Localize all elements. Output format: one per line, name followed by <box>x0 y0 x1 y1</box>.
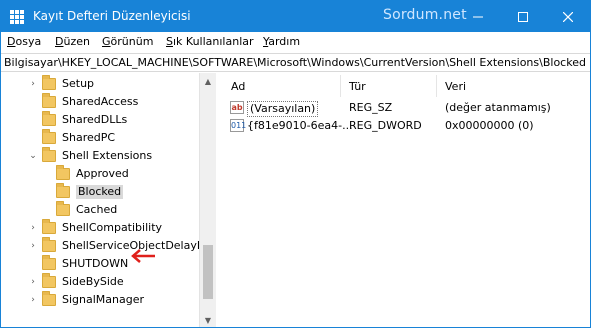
pane-splitter[interactable] <box>215 73 223 327</box>
tree-item-sharedaccess[interactable]: SharedAccess <box>28 93 138 111</box>
column-divider[interactable] <box>436 75 437 97</box>
chevron-placeholder <box>42 205 52 215</box>
folder-icon <box>42 273 56 288</box>
menu-gorunum[interactable]: Görünüm <box>102 35 153 49</box>
chevron-right-icon[interactable]: › <box>28 223 38 233</box>
column-header-type[interactable]: Tür <box>349 79 366 97</box>
chevron-placeholder <box>28 259 38 269</box>
scroll-up-icon[interactable]: ▲ <box>200 73 216 89</box>
registry-editor-window: Kayıt Defteri Düzenleyicisi Sordum.net D… <box>0 0 591 328</box>
chevron-placeholder <box>28 97 38 107</box>
value-data: (değer atanmamış) <box>445 101 551 114</box>
tree-item-signalmanager[interactable]: › SignalManager <box>28 291 144 309</box>
value-row[interactable]: 011 {f81e9010-6ea4-... REG_DWORD 0x00000… <box>223 117 590 135</box>
tree-item-sharedpc[interactable]: SharedPC <box>28 129 115 147</box>
tree-item-cached[interactable]: Cached <box>42 201 117 219</box>
chevron-placeholder <box>28 115 38 125</box>
tree-item-shutdown[interactable]: SHUTDOWN <box>28 255 128 273</box>
window-title: Kayıt Defteri Düzenleyicisi <box>33 9 191 23</box>
registry-app-icon <box>9 9 25 25</box>
tree-label: Cached <box>76 203 118 216</box>
tree-item-blocked[interactable]: Blocked <box>42 183 124 201</box>
minimize-icon <box>472 16 483 17</box>
column-header-name[interactable]: Ad <box>231 79 245 97</box>
tree-item-sidebyside[interactable]: › SideBySide <box>28 273 124 291</box>
folder-icon <box>42 93 56 108</box>
address-bar[interactable]: Bilgisayar\HKEY_LOCAL_MACHINE\SOFTWARE\M… <box>1 53 590 72</box>
red-arrow-annotation-icon <box>131 249 155 263</box>
tree-item-approved[interactable]: Approved <box>42 165 129 183</box>
value-type: REG_DWORD <box>349 119 422 132</box>
close-icon <box>562 11 573 22</box>
key-tree: › Setup SharedAccess SharedDLLs SharedPC… <box>1 73 215 327</box>
folder-icon <box>42 75 56 90</box>
menu-duzen[interactable]: Düzen <box>55 35 90 49</box>
chevron-placeholder <box>42 187 52 197</box>
chevron-right-icon[interactable]: › <box>28 241 38 251</box>
value-type: REG_SZ <box>349 101 393 114</box>
folder-open-icon <box>42 147 56 162</box>
maximize-button[interactable] <box>500 1 545 32</box>
scroll-down-icon[interactable]: ▼ <box>200 312 216 327</box>
tree-label: Setup <box>62 77 95 90</box>
tree-label: SharedPC <box>62 131 116 144</box>
value-row[interactable]: ab (Varsayılan) REG_SZ (değer atanmamış) <box>223 99 590 117</box>
dword-value-icon: 011 <box>230 119 247 132</box>
string-value-icon: ab <box>230 101 244 114</box>
close-button[interactable] <box>545 1 590 32</box>
value-name: {f81e9010-6ea4-... <box>247 119 353 132</box>
folder-icon <box>42 255 56 270</box>
folder-icon <box>42 291 56 306</box>
menu-dosya[interactable]: Dosya <box>7 35 41 49</box>
chevron-placeholder <box>42 169 52 179</box>
menu-bar: Dosya Düzen Görünüm Sık Kullanılanlar Ya… <box>1 32 590 52</box>
tree-label-selected: Blocked <box>76 185 124 199</box>
value-name: (Varsayılan) <box>247 101 319 117</box>
tree-scrollbar[interactable]: ▲ ▼ <box>199 73 216 327</box>
tree-item-shell-extensions[interactable]: ⌄ Shell Extensions <box>28 147 152 165</box>
chevron-down-icon[interactable]: ⌄ <box>28 151 38 161</box>
chevron-right-icon[interactable]: › <box>28 295 38 305</box>
folder-icon <box>56 165 70 180</box>
folder-icon <box>42 111 56 126</box>
tree-item-shellserviceobjectdelayload[interactable]: › ShellServiceObjectDelayLo <box>28 237 210 255</box>
minimize-button[interactable] <box>455 1 500 32</box>
tree-label: Shell Extensions <box>62 149 153 162</box>
folder-icon <box>56 201 70 216</box>
scrollbar-thumb[interactable] <box>203 245 213 299</box>
tree-label: SharedAccess <box>62 95 139 108</box>
maximize-icon <box>517 11 528 22</box>
values-list: Ad Tür Veri ab (Varsayılan) REG_SZ (değe… <box>223 73 590 327</box>
chevron-placeholder <box>28 133 38 143</box>
folder-icon <box>42 129 56 144</box>
folder-icon <box>42 237 56 252</box>
value-data: 0x00000000 (0) <box>445 119 534 132</box>
chevron-right-icon[interactable]: › <box>28 277 38 287</box>
tree-label: SideBySide <box>62 275 124 288</box>
tree-label: SignalManager <box>62 293 145 306</box>
menu-yardim[interactable]: Yardım <box>263 35 300 49</box>
tree-item-setup[interactable]: › Setup <box>28 75 94 93</box>
menu-sik-kullanilanlar[interactable]: Sık Kullanılanlar <box>166 35 254 49</box>
column-header-data[interactable]: Veri <box>445 79 466 97</box>
folder-icon <box>42 219 56 234</box>
tree-label: SharedDLLs <box>62 113 128 126</box>
tree-label: SHUTDOWN <box>62 257 129 270</box>
column-divider[interactable] <box>340 75 341 97</box>
tree-label: Approved <box>76 167 129 180</box>
chevron-right-icon[interactable]: › <box>28 79 38 89</box>
tree-item-shellcompatibility[interactable]: › ShellCompatibility <box>28 219 162 237</box>
tree-label: ShellCompatibility <box>62 221 163 234</box>
tree-item-shareddlls[interactable]: SharedDLLs <box>28 111 127 129</box>
folder-icon <box>56 183 70 198</box>
title-bar[interactable]: Kayıt Defteri Düzenleyicisi Sordum.net <box>1 1 590 32</box>
